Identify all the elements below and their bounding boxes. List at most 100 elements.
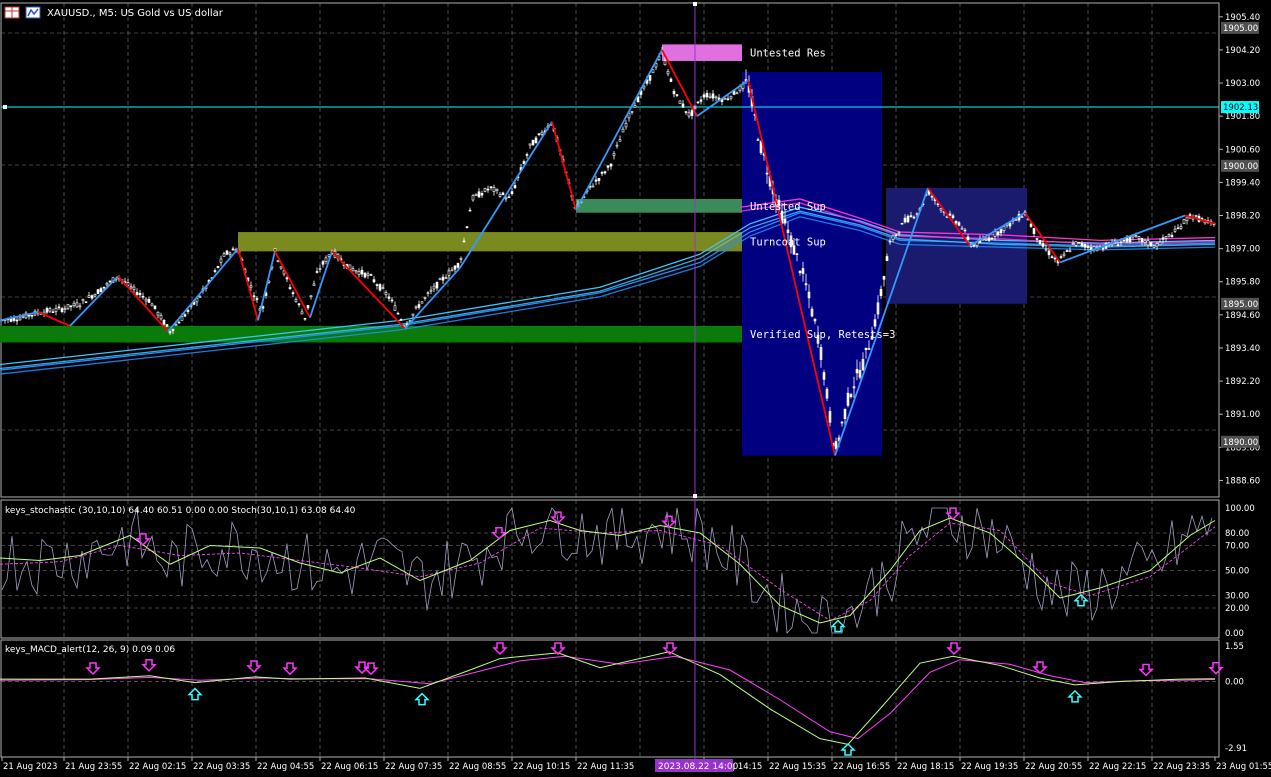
candle-body [261,306,265,309]
candle-body [756,139,760,141]
candle-body [606,165,610,168]
candle-body [177,321,181,324]
hline-handle[interactable] [3,105,7,110]
candle-body [783,218,787,224]
candle-body [1119,240,1123,243]
candle-body [525,154,529,156]
cursor-handle-mid[interactable] [693,494,697,498]
candle-body [426,292,430,295]
candle-body [1164,236,1168,239]
candle-body [906,215,910,223]
candle-body [30,314,34,317]
candle-body [1155,243,1159,247]
candle-body [1053,257,1057,260]
chart-svg[interactable]: Untested Res Untested Sup Turncoat Sup Veri… [0,0,1271,773]
candle-body [147,299,151,303]
candle-body [810,308,814,317]
candle-body [45,308,49,313]
chart-window[interactable]: Untested Res Untested Sup Turncoat Sup Veri… [0,0,1271,773]
stoch-tick-label: 30.00 [1225,592,1249,602]
candle-body [843,408,847,419]
candle-body [69,305,73,308]
candle-body [888,240,892,243]
candle-body [867,348,871,350]
candle-body [999,229,1003,234]
candle-body [471,195,475,201]
candle-body [450,269,454,272]
candle-body [696,101,700,104]
candle-body [387,296,391,299]
candle-body [216,266,220,269]
candle-body [1071,243,1075,245]
candle-body [81,299,85,302]
time-tick-label: 22 Aug 07:35 [385,762,442,772]
candle-body [663,60,667,66]
candle-body [678,100,682,104]
price-tick-label: 1891.00 [1225,410,1260,420]
candle-body [594,179,598,182]
cursor-handle-top[interactable] [693,2,697,6]
candle-body [954,221,958,224]
candle-body [384,292,388,296]
candle-body [318,268,322,270]
candle-body [705,92,709,98]
candle-body [1128,236,1132,243]
candle-body [351,268,355,272]
candle-body [591,185,595,188]
candle-body [423,297,427,299]
candle-body [852,386,856,389]
stoch-tick-label: 0.00 [1225,629,1244,639]
candle-body [453,265,457,270]
candle-body [882,276,886,280]
candle-body [624,123,628,128]
candle-body [609,163,613,167]
candle-body [618,139,622,142]
candle-body [360,269,364,275]
candle-body [1008,222,1012,227]
candle-body [1074,241,1078,246]
time-tick-label: 22 Aug 18:15 [897,762,954,772]
chart-symbol-title: XAUUSD., M5: US Gold vs US dollar [47,8,224,19]
candle-body [144,298,148,302]
candle-body [183,314,187,317]
candle-body [1134,235,1138,237]
stoch-tick-label: 100.00 [1225,504,1255,514]
candle-body [615,144,619,147]
price-level-label: 1900.00 [1223,162,1258,172]
candle-body [366,273,370,276]
candle-body [441,276,445,281]
candle-body [285,277,289,280]
stoch-tick-label: 70.00 [1225,542,1249,552]
chart-list-icon[interactable] [4,6,20,19]
candle-body [288,287,292,290]
candle-body [60,308,64,312]
candle-body [312,283,316,286]
candle-body [18,317,22,321]
candle-body [813,318,817,322]
candle-body [255,298,259,300]
candle-body [480,193,484,196]
candle-body [948,213,952,216]
candle-body [723,98,727,100]
macd-panel-title: keys_MACD_alert(12, 26, 9) 0.09 0.06 [5,645,175,655]
time-tick-label: 22 Aug 22:15 [1089,762,1146,772]
price-level-label: 1905.00 [1223,24,1258,34]
time-tick-label: 21 Aug 2023 [3,762,57,772]
candle-body [1140,238,1144,243]
candle-body [891,235,895,240]
candle-body [231,248,235,251]
candle-body [1086,246,1090,248]
candle-body [66,304,70,309]
candle-body [141,295,145,298]
candle-body [129,286,133,289]
price-tick-label: 1894.60 [1225,311,1260,321]
candle-body [651,69,655,74]
candle-body [993,231,997,237]
candle-body [531,139,535,146]
title-bar: XAUUSD., M5: US Gold vs US dollar [4,6,224,19]
candle-body [876,302,880,315]
candle-body [198,296,202,298]
candle-body [276,260,280,263]
candle-body [729,95,733,99]
one-click-trading-icon[interactable] [25,6,41,19]
